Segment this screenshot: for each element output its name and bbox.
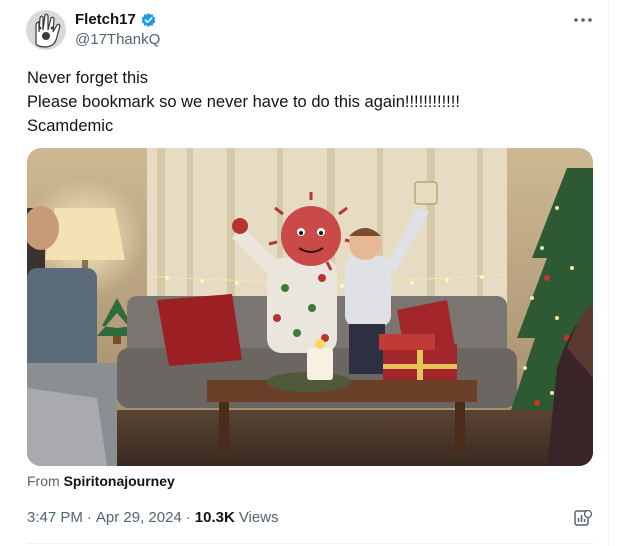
author-name-row[interactable]: Fletch17 (75, 11, 157, 29)
tweet-text-line: Please bookmark so we never have to do t… (27, 93, 460, 111)
meta-separator: · (86, 509, 92, 526)
analytics-button[interactable] (573, 508, 593, 528)
video-still-image (27, 148, 593, 466)
tweet-text-line: Scamdemic (27, 117, 114, 135)
views-label: Views (238, 509, 279, 526)
avatar[interactable] (26, 10, 66, 50)
tweet-media-video[interactable] (27, 148, 593, 466)
attribution-prefix: From (27, 473, 60, 489)
author-handle[interactable]: @17ThankQ (75, 31, 160, 49)
tweet-time[interactable]: 3:47 PM (27, 509, 83, 527)
attribution-source-link[interactable]: Spiritonajourney (64, 473, 175, 489)
tweet-date[interactable]: Apr 29, 2024 (96, 509, 182, 527)
views-count: 10.3K (194, 509, 235, 526)
tweet-text-line: Never forget this (27, 69, 149, 87)
meta-separator: · (185, 509, 191, 526)
more-options-button[interactable] (571, 10, 595, 30)
divider (27, 543, 593, 544)
author-display-name[interactable]: Fletch17 (75, 11, 136, 29)
analytics-icon (574, 509, 593, 526)
tweet-metadata: 3:47 PM · Apr 29, 2024 · 10.3K Views (27, 509, 279, 527)
more-horizontal-icon (574, 18, 592, 22)
timeline-border (608, 0, 609, 546)
tweet-text: Never forget this Please bookmark so we … (27, 66, 587, 138)
verified-badge-icon (140, 12, 157, 29)
media-attribution: From Spiritonajourney (27, 473, 175, 490)
